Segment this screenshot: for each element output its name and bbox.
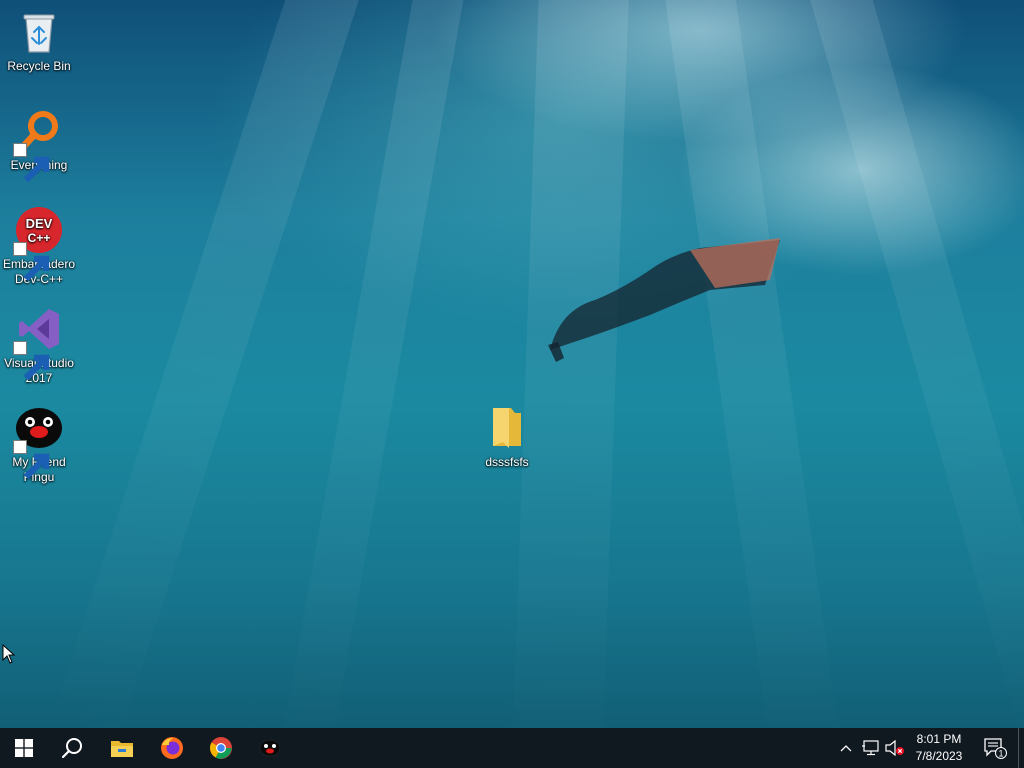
desktop-icon-folder[interactable]: dsssfsfs — [469, 404, 545, 470]
search-button[interactable] — [48, 728, 96, 768]
light-ray — [801, 0, 1024, 728]
taskbar-firefox[interactable] — [148, 728, 196, 768]
desktop-icon-devcpp[interactable]: DEV C++ Embarcadero Dev-C++ — [1, 206, 77, 287]
notification-icon: 1 — [984, 738, 1007, 759]
pingu-icon — [13, 404, 63, 480]
search-icon — [61, 738, 82, 759]
show-desktop-button[interactable] — [1018, 728, 1024, 768]
taskbar-file-explorer[interactable] — [98, 728, 146, 768]
desktop-icon-recycle-bin[interactable]: Recycle Bin — [1, 8, 77, 74]
diver-figure — [548, 238, 780, 362]
desktop-icon-label: dsssfsfs — [485, 455, 529, 469]
desktop-wallpaper[interactable]: Recycle Bin Everything DEV C++ Embarcade… — [0, 0, 1024, 728]
firefox-icon — [161, 737, 183, 759]
mouse-cursor-icon — [2, 644, 16, 664]
volume-muted-icon — [885, 740, 904, 756]
devcpp-icon: DEV C++ — [13, 206, 63, 282]
action-center-button[interactable]: 1 — [978, 728, 1012, 768]
taskbar: 8:01 PM 7/8/2023 1 — [0, 728, 1024, 768]
visual-studio-icon — [13, 305, 63, 381]
everything-search-icon — [13, 107, 63, 183]
recycle-bin-icon — [15, 8, 63, 56]
chrome-icon — [210, 737, 232, 759]
shortcut-arrow-icon — [13, 143, 50, 183]
volume-tray-button[interactable] — [884, 728, 906, 768]
desktop-icon-pingu[interactable]: My Friend Pingu — [1, 404, 77, 485]
folder-icon — [483, 404, 531, 452]
shortcut-arrow-icon — [13, 440, 50, 480]
network-icon — [862, 740, 879, 756]
clock-time: 8:01 PM — [916, 732, 962, 746]
start-button[interactable] — [0, 728, 48, 768]
file-explorer-icon — [111, 741, 133, 757]
shortcut-arrow-icon — [13, 341, 50, 381]
taskbar-chrome[interactable] — [197, 728, 245, 768]
taskbar-pingu[interactable] — [246, 728, 294, 768]
desktop-icon-everything[interactable]: Everything — [1, 107, 77, 183]
windows-logo-icon — [15, 739, 33, 757]
shortcut-arrow-icon — [13, 242, 50, 282]
clock[interactable]: 8:01 PM 7/8/2023 — [904, 731, 974, 765]
network-tray-button[interactable] — [860, 728, 882, 768]
chevron-up-icon — [840, 745, 852, 752]
desktop-icon-visual-studio[interactable]: Visual Studio 2017 — [1, 305, 77, 386]
notification-count-badge: 1 — [998, 749, 1003, 759]
pingu-icon — [259, 739, 281, 757]
clock-date: 7/8/2023 — [915, 749, 963, 763]
desktop-icon-label: Recycle Bin — [7, 59, 71, 73]
show-hidden-icons-button[interactable] — [836, 728, 856, 768]
svg-text:DEV: DEV — [26, 216, 53, 231]
